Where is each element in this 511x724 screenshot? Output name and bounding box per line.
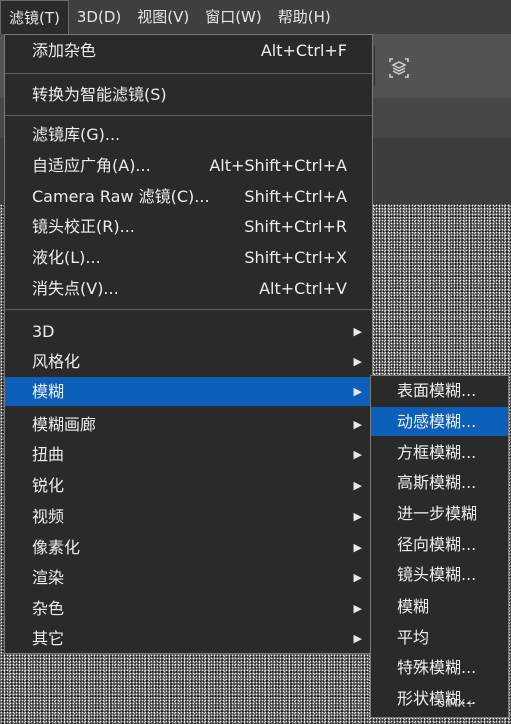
menu-item-stylize[interactable]: 风格化 ▶ bbox=[5, 347, 372, 376]
menu-item-filter-gallery[interactable]: 滤镜库(G)... bbox=[5, 120, 372, 149]
menubar-help[interactable]: 帮助(H) bbox=[270, 0, 339, 34]
menu-item-vanishing-point[interactable]: 消失点(V)... Alt+Ctrl+V bbox=[5, 274, 372, 303]
menubar-3d[interactable]: 3D(D) bbox=[69, 0, 129, 34]
menu-item-video[interactable]: 视频 ▶ bbox=[5, 502, 372, 531]
submenu-arrow-icon: ▶ bbox=[353, 418, 362, 431]
submenu-arrow-icon: ▶ bbox=[353, 571, 362, 584]
menu-item-label: 风格化 bbox=[32, 352, 81, 371]
menu-item-label: 转换为智能滤镜(S) bbox=[32, 85, 167, 104]
menu-item-label: 模糊画廊 bbox=[32, 415, 97, 434]
toolbar-separator bbox=[374, 46, 375, 86]
menu-item-label: Camera Raw 滤镜(C)... bbox=[32, 187, 210, 206]
menu-item-label: 添加杂色 bbox=[32, 41, 97, 60]
submenu-arrow-icon: ▶ bbox=[353, 479, 362, 492]
menu-item-label: 镜头校正(R)... bbox=[32, 217, 135, 236]
submenu-arrow-icon: ▶ bbox=[353, 510, 362, 523]
menu-item-distort[interactable]: 扭曲 ▶ bbox=[5, 440, 372, 469]
menu-item-3d[interactable]: 3D ▶ bbox=[5, 317, 372, 346]
layers-icon[interactable] bbox=[385, 54, 413, 82]
menu-item-label: 模糊 bbox=[32, 382, 65, 401]
menu-separator bbox=[5, 309, 372, 310]
menu-item-sharpen[interactable]: 锐化 ▶ bbox=[5, 471, 372, 500]
menu-item-shortcut: Shift+Ctrl+X bbox=[244, 248, 347, 267]
menu-item-label: 液化(L)... bbox=[32, 248, 101, 267]
submenu-item-label: 模糊 bbox=[397, 597, 430, 616]
menu-item-other[interactable]: 其它 ▶ bbox=[5, 624, 372, 653]
submenu-arrow-icon: ▶ bbox=[353, 355, 362, 368]
submenu-item-lens-blur[interactable]: 镜头模糊... bbox=[371, 560, 508, 589]
submenu-item-label: 表面模糊... bbox=[397, 381, 477, 400]
menu-item-convert-smart-filter[interactable]: 转换为智能滤镜(S) bbox=[5, 80, 372, 109]
menu-separator bbox=[5, 73, 372, 74]
menu-item-label: 自适应广角(A)... bbox=[32, 156, 151, 175]
menu-item-label: 杂色 bbox=[32, 599, 65, 618]
filter-menu: 添加杂色 Alt+Ctrl+F 转换为智能滤镜(S) 滤镜库(G)... 自适应… bbox=[4, 34, 373, 654]
menu-item-adaptive-wide-angle[interactable]: 自适应广角(A)... Alt+Shift+Ctrl+A bbox=[5, 151, 372, 180]
menu-item-label: 扭曲 bbox=[32, 445, 65, 464]
menu-item-blur[interactable]: 模糊 ▶ bbox=[5, 377, 372, 406]
menu-item-label: 3D bbox=[32, 322, 55, 341]
submenu-arrow-icon: ▶ bbox=[353, 385, 362, 398]
blur-submenu: 表面模糊... 动感模糊... 方框模糊... 高斯模糊... 进一步模糊 径向… bbox=[370, 375, 509, 718]
menu-item-shortcut: Shift+Ctrl+R bbox=[244, 217, 347, 236]
submenu-arrow-icon: ▶ bbox=[353, 541, 362, 554]
menubar-view[interactable]: 视图(V) bbox=[129, 0, 197, 34]
submenu-arrow-icon: ▶ bbox=[353, 325, 362, 338]
menu-separator bbox=[5, 115, 372, 116]
submenu-item-motion-blur[interactable]: 动感模糊... bbox=[371, 407, 508, 436]
menu-item-shortcut: Alt+Ctrl+F bbox=[260, 41, 347, 60]
menu-item-noise[interactable]: 杂色 ▶ bbox=[5, 594, 372, 623]
submenu-item-gaussian-blur[interactable]: 高斯模糊... bbox=[371, 468, 508, 497]
submenu-item-label: 径向模糊... bbox=[397, 535, 477, 554]
menu-item-render[interactable]: 渲染 ▶ bbox=[5, 563, 372, 592]
menu-item-add-noise[interactable]: 添加杂色 Alt+Ctrl+F bbox=[5, 36, 372, 65]
submenu-item-label: 高斯模糊... bbox=[397, 473, 477, 492]
submenu-item-label: 特殊模糊... bbox=[397, 658, 477, 677]
submenu-item-label: 平均 bbox=[397, 628, 430, 647]
submenu-item-label: 镜头模糊... bbox=[397, 565, 477, 584]
submenu-item-label: 动感模糊... bbox=[397, 412, 477, 431]
menu-item-label: 视频 bbox=[32, 507, 65, 526]
menu-item-label: 渲染 bbox=[32, 568, 65, 587]
menu-item-label: 消失点(V)... bbox=[32, 279, 119, 298]
menu-item-label: 像素化 bbox=[32, 538, 81, 557]
menu-item-shortcut: Alt+Shift+Ctrl+A bbox=[209, 156, 347, 175]
menu-item-shortcut: Alt+Ctrl+V bbox=[259, 279, 347, 298]
menu-item-camera-raw[interactable]: Camera Raw 滤镜(C)... Shift+Ctrl+A bbox=[5, 182, 372, 211]
submenu-item-average[interactable]: 平均 bbox=[371, 623, 508, 652]
submenu-item-blur[interactable]: 模糊 bbox=[371, 592, 508, 621]
submenu-item-smart-blur[interactable]: 特殊模糊... bbox=[371, 653, 508, 682]
menu-item-label: 滤镜库(G)... bbox=[32, 125, 121, 144]
watermark: UIMX+ bbox=[437, 697, 475, 710]
submenu-item-blur-more[interactable]: 进一步模糊 bbox=[371, 499, 508, 528]
menubar-window[interactable]: 窗口(W) bbox=[197, 0, 270, 34]
menu-item-shortcut: Shift+Ctrl+A bbox=[244, 187, 347, 206]
menubar-filter[interactable]: 滤镜(T) bbox=[0, 0, 69, 34]
submenu-item-box-blur[interactable]: 方框模糊... bbox=[371, 438, 508, 467]
submenu-item-label: 方框模糊... bbox=[397, 443, 477, 462]
submenu-item-surface-blur[interactable]: 表面模糊... bbox=[371, 376, 508, 405]
menu-item-label: 其它 bbox=[32, 629, 65, 648]
menu-item-liquify[interactable]: 液化(L)... Shift+Ctrl+X bbox=[5, 243, 372, 272]
submenu-arrow-icon: ▶ bbox=[353, 448, 362, 461]
menu-item-label: 锐化 bbox=[32, 476, 65, 495]
menu-item-blur-gallery[interactable]: 模糊画廊 ▶ bbox=[5, 410, 372, 439]
submenu-arrow-icon: ▶ bbox=[353, 632, 362, 645]
submenu-arrow-icon: ▶ bbox=[353, 602, 362, 615]
submenu-item-label: 进一步模糊 bbox=[397, 504, 478, 523]
submenu-item-radial-blur[interactable]: 径向模糊... bbox=[371, 530, 508, 559]
menu-bar: 滤镜(T) 3D(D) 视图(V) 窗口(W) 帮助(H) bbox=[0, 0, 339, 34]
menu-item-pixelate[interactable]: 像素化 ▶ bbox=[5, 533, 372, 562]
menu-item-lens-correction[interactable]: 镜头校正(R)... Shift+Ctrl+R bbox=[5, 212, 372, 241]
